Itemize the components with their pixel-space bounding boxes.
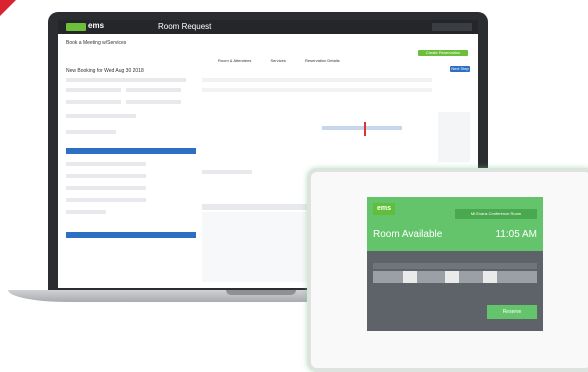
create-reservation-button[interactable]: Create Reservation [418, 50, 468, 56]
room-status: Room Available [373, 229, 443, 240]
tablet-logo: ems [373, 203, 395, 215]
availability-legend [438, 112, 470, 162]
booking-title: New Booking for Wed Aug 30 2018 [66, 68, 144, 74]
wizard-tabs: Room & Attendees Services Reservation De… [218, 58, 358, 63]
event-types-field[interactable] [66, 186, 146, 190]
app-name: ems [88, 21, 105, 30]
timezone-field[interactable] [66, 114, 136, 118]
timeline-ticks [373, 263, 537, 269]
available-slot [445, 271, 459, 283]
breadcrumb: Book a Meeting w/Services [66, 40, 127, 46]
ems-logo [66, 23, 86, 31]
current-time: 11:05 AM [495, 229, 537, 240]
search-box[interactable] [202, 170, 252, 174]
date-time-field[interactable] [66, 78, 186, 82]
room-types-field[interactable] [66, 174, 146, 178]
available-slot [403, 271, 417, 283]
reserve-button[interactable]: Reserve [487, 305, 537, 319]
floor-field[interactable] [66, 162, 146, 166]
schedule-block [322, 126, 402, 130]
attendees-bar [202, 88, 432, 92]
tablet-screen: ems Mt Evans Conference Room Room Availa… [367, 197, 543, 331]
end-time-field[interactable] [126, 100, 181, 104]
app-topbar: ems Room Request [58, 20, 478, 34]
tab-services[interactable]: Services [270, 58, 285, 63]
special-rooms-bar [202, 78, 432, 82]
red-corner-accent [0, 0, 16, 16]
room-name: Mt Evans Conference Room [455, 209, 537, 219]
find-rooms-bar[interactable] [66, 148, 196, 154]
tab-room-attendees[interactable]: Room & Attendees [218, 58, 251, 63]
features-field[interactable] [66, 198, 146, 202]
laptop-notch [226, 290, 296, 295]
location-field[interactable] [66, 130, 116, 134]
available-slot [483, 271, 497, 283]
user-menu[interactable] [432, 23, 472, 31]
next-step-button[interactable]: Next Step [450, 66, 470, 72]
booking-form [66, 78, 196, 278]
recurrence-field[interactable] [126, 88, 181, 92]
start-date-field[interactable] [66, 88, 121, 92]
now-marker [364, 122, 366, 136]
start-time-field[interactable] [66, 100, 121, 104]
tab-reservation-details[interactable]: Reservation Details [305, 58, 340, 63]
room-tablet: ems Mt Evans Conference Room Room Availa… [307, 168, 588, 372]
window-title: Room Request [158, 22, 212, 31]
status-panel: ems Mt Evans Conference Room Room Availa… [367, 197, 543, 251]
show-rooms-bar[interactable] [66, 232, 196, 238]
number-of-people-field[interactable] [66, 210, 106, 214]
